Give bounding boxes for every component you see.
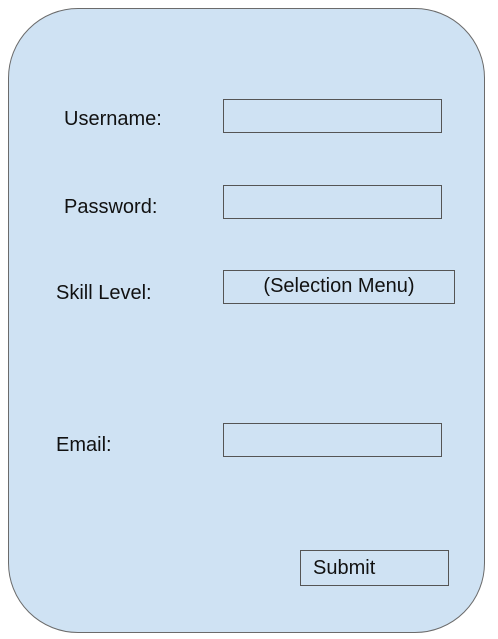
username-label: Username:: [64, 108, 162, 130]
password-label: Password:: [64, 196, 158, 218]
username-input[interactable]: [223, 99, 442, 133]
email-label: Email:: [56, 434, 112, 456]
submit-button[interactable]: Submit: [300, 550, 449, 586]
skill-level-label: Skill Level:: [56, 282, 152, 304]
password-input[interactable]: [223, 185, 442, 219]
email-input[interactable]: [223, 423, 442, 457]
skill-level-select[interactable]: (Selection Menu): [223, 270, 455, 304]
